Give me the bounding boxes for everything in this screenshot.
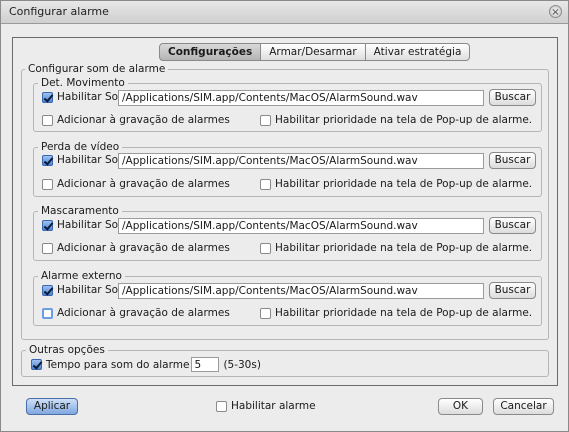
checkbox-unchecked-icon[interactable] bbox=[42, 242, 53, 254]
checkbox-unchecked-icon[interactable] bbox=[42, 114, 53, 126]
add-to-recording-checkbox[interactable]: Adicionar à gravação de alarmes bbox=[42, 242, 230, 254]
other-options-legend: Outras opções bbox=[26, 344, 108, 356]
checkbox-checked-icon[interactable] bbox=[42, 154, 53, 166]
enable-alarm-label: Habilitar alarme bbox=[231, 400, 316, 412]
title-bar: Configurar alarme × bbox=[1, 1, 568, 24]
checkbox-unchecked-icon[interactable] bbox=[260, 114, 271, 126]
enable-sound-checkbox[interactable]: Habilitar Som bbox=[42, 91, 128, 103]
popup-priority-checkbox[interactable]: Habilitar prioridade na tela de Pop-up d… bbox=[260, 307, 532, 319]
sound-file-path-field[interactable]: /Applications/SIM.app/Contents/MacOS/Ala… bbox=[118, 153, 484, 169]
tab-configuracoes[interactable]: Configurações bbox=[159, 43, 262, 61]
popup-priority-label: Habilitar prioridade na tela de Pop-up d… bbox=[275, 242, 533, 254]
group-external-alarm-legend: Alarme externo bbox=[38, 270, 125, 282]
browse-button[interactable]: Buscar bbox=[489, 89, 536, 106]
alarm-sound-section-legend: Configurar som de alarme bbox=[25, 63, 169, 75]
alarm-sound-duration-range: (5-30s) bbox=[223, 358, 261, 371]
add-to-recording-label: Adicionar à gravação de alarmes bbox=[57, 178, 230, 190]
checkbox-unchecked-icon[interactable] bbox=[260, 307, 271, 319]
configure-alarm-window: Configurar alarme × Configurações Armar/… bbox=[0, 0, 569, 432]
add-to-recording-checkbox[interactable]: Adicionar à gravação de alarmes bbox=[42, 114, 230, 126]
apply-button[interactable]: Aplicar bbox=[26, 398, 78, 415]
popup-priority-label: Habilitar prioridade na tela de Pop-up d… bbox=[275, 178, 533, 190]
checkbox-unchecked-icon[interactable] bbox=[42, 307, 53, 319]
popup-priority-label: Habilitar prioridade na tela de Pop-up d… bbox=[275, 114, 533, 126]
popup-priority-checkbox[interactable]: Habilitar prioridade na tela de Pop-up d… bbox=[260, 178, 532, 190]
checkbox-checked-icon[interactable] bbox=[42, 91, 53, 103]
add-to-recording-checkbox[interactable]: Adicionar à gravação de alarmes bbox=[42, 307, 230, 319]
enable-sound-checkbox[interactable]: Habilitar Som bbox=[42, 284, 128, 296]
browse-button[interactable]: Buscar bbox=[489, 217, 536, 234]
popup-priority-label: Habilitar prioridade na tela de Pop-up d… bbox=[275, 307, 533, 319]
popup-priority-checkbox[interactable]: Habilitar prioridade na tela de Pop-up d… bbox=[260, 242, 532, 254]
checkbox-unchecked-icon[interactable] bbox=[260, 242, 271, 254]
checkbox-checked-icon[interactable] bbox=[31, 359, 42, 370]
ok-button[interactable]: OK bbox=[438, 398, 483, 415]
cancel-button[interactable]: Cancelar bbox=[493, 398, 554, 415]
sound-file-path-field[interactable]: /Applications/SIM.app/Contents/MacOS/Ala… bbox=[118, 283, 484, 299]
add-to-recording-checkbox[interactable]: Adicionar à gravação de alarmes bbox=[42, 178, 230, 190]
checkbox-unchecked-icon[interactable] bbox=[216, 400, 227, 412]
tab-ativar-estrategia[interactable]: Ativar estratégia bbox=[365, 43, 471, 61]
enable-sound-checkbox[interactable]: Habilitar Som bbox=[42, 219, 128, 231]
browse-button[interactable]: Buscar bbox=[489, 152, 536, 169]
group-video-loss-legend: Perda de vídeo bbox=[38, 141, 123, 153]
tab-bar: Configurações Armar/Desarmar Ativar estr… bbox=[159, 43, 471, 61]
enable-alarm-checkbox[interactable]: Habilitar alarme bbox=[216, 400, 316, 412]
alarm-sound-duration-label: Tempo para som do alarme bbox=[46, 358, 190, 371]
group-masking-legend: Mascaramento bbox=[38, 205, 122, 217]
checkbox-unchecked-icon[interactable] bbox=[260, 178, 271, 190]
tab-armar-desarmar[interactable]: Armar/Desarmar bbox=[261, 43, 366, 61]
close-icon[interactable]: × bbox=[549, 5, 562, 18]
add-to-recording-label: Adicionar à gravação de alarmes bbox=[57, 307, 230, 319]
window-title: Configurar alarme bbox=[9, 5, 109, 18]
sound-file-path-field[interactable]: /Applications/SIM.app/Contents/MacOS/Ala… bbox=[118, 218, 484, 234]
checkbox-unchecked-icon[interactable] bbox=[42, 178, 53, 190]
add-to-recording-label: Adicionar à gravação de alarmes bbox=[57, 114, 230, 126]
checkbox-checked-icon[interactable] bbox=[42, 219, 53, 231]
alarm-sound-duration-input[interactable]: 5 bbox=[191, 357, 220, 372]
add-to-recording-label: Adicionar à gravação de alarmes bbox=[57, 242, 230, 254]
checkbox-checked-icon[interactable] bbox=[42, 284, 53, 296]
browse-button[interactable]: Buscar bbox=[489, 282, 536, 299]
enable-sound-checkbox[interactable]: Habilitar Som bbox=[42, 154, 128, 166]
alarm-sound-duration-row: Tempo para som do alarme 5 (5-30s) bbox=[31, 357, 261, 372]
group-motion-detection-legend: Det. Movimento bbox=[38, 77, 128, 89]
popup-priority-checkbox[interactable]: Habilitar prioridade na tela de Pop-up d… bbox=[260, 114, 532, 126]
sound-file-path-field[interactable]: /Applications/SIM.app/Contents/MacOS/Ala… bbox=[118, 90, 484, 106]
